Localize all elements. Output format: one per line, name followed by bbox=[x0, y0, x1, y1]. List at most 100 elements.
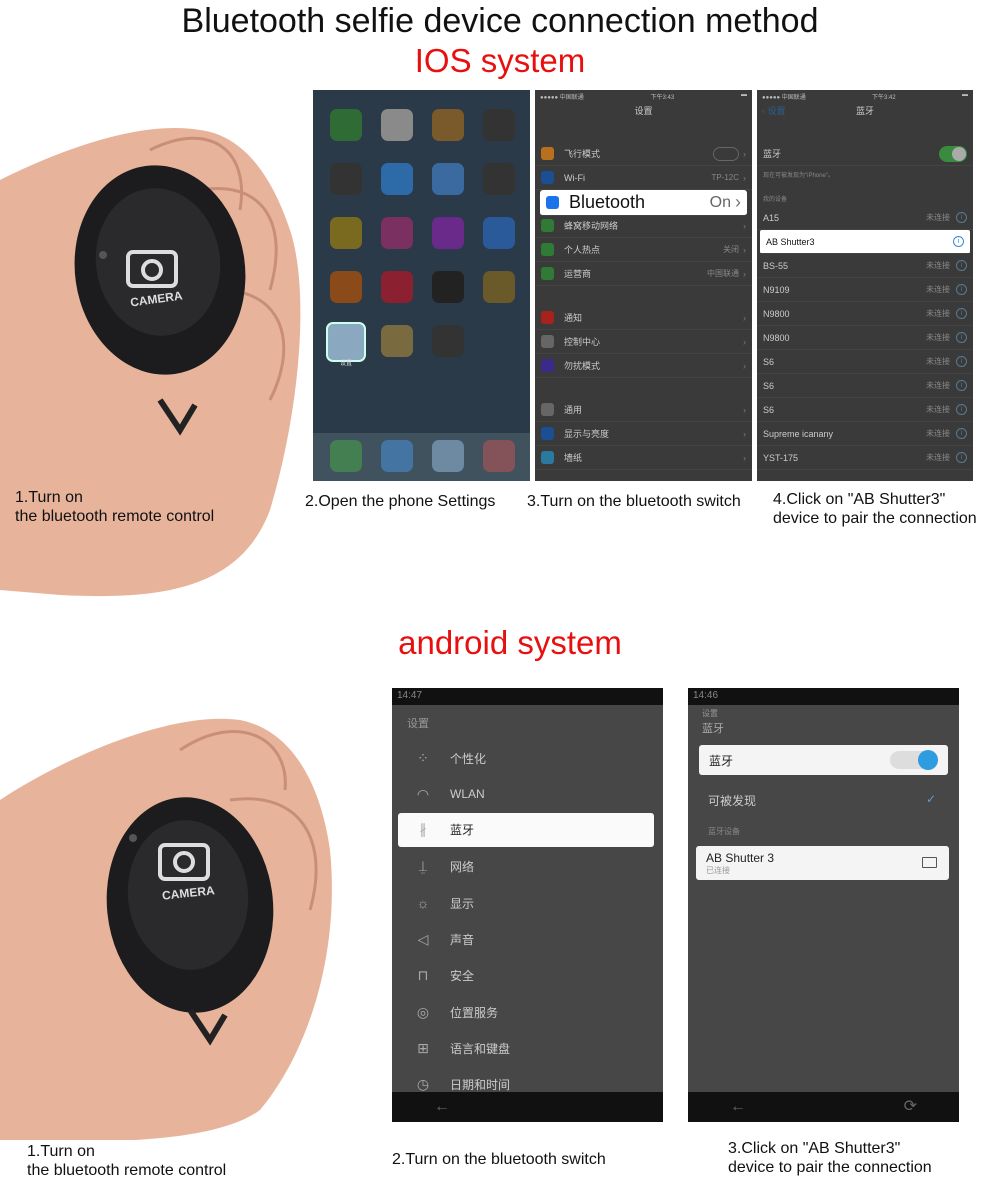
ios-step-2: 2.Open the phone Settings bbox=[305, 493, 496, 510]
settings-item[interactable]: 显示与亮度 › bbox=[535, 422, 752, 446]
setting-label: Wi-Fi bbox=[564, 172, 585, 183]
settings-item[interactable]: 墙纸 › bbox=[535, 446, 752, 470]
device-status: 未连接 bbox=[926, 285, 950, 294]
setting-label: 日期和时间 bbox=[450, 1078, 511, 1093]
device-row[interactable]: N9109 未连接 i bbox=[757, 278, 973, 302]
setting-icon: ◎ bbox=[416, 1003, 430, 1020]
app-icon[interactable] bbox=[330, 217, 362, 249]
status-bar: 14:47 bbox=[392, 688, 663, 705]
info-icon[interactable]: i bbox=[956, 428, 967, 439]
dock bbox=[313, 433, 530, 481]
settings-item[interactable]: ◎ 位置服务 bbox=[392, 994, 663, 1030]
app-icon[interactable] bbox=[483, 109, 515, 141]
setting-icon: ∦ bbox=[419, 821, 427, 838]
settings-item[interactable]: 飞行模式 › bbox=[535, 142, 752, 166]
app-icon[interactable] bbox=[381, 163, 413, 195]
app-icon[interactable] bbox=[330, 271, 362, 303]
setting-label: 勿扰模式 bbox=[564, 361, 601, 371]
chevron-right-icon: › bbox=[743, 148, 746, 159]
back-button[interactable]: ← bbox=[392, 1092, 663, 1122]
device-row[interactable]: N9800 未连接 i bbox=[757, 326, 973, 350]
device-name: A15 bbox=[763, 212, 780, 223]
settings-item[interactable]: ◁ 声音 bbox=[392, 922, 663, 958]
settings-item[interactable]: 通用 › bbox=[535, 398, 752, 422]
status-bar: ●●●●● 中国联通 下午3:43 ▬ bbox=[540, 92, 747, 101]
setting-icon: ◠ bbox=[416, 785, 430, 802]
device-row[interactable]: A15 未连接 i bbox=[757, 206, 973, 230]
airplane-toggle[interactable] bbox=[713, 146, 739, 161]
device-row[interactable]: BS-55 未连接 i bbox=[757, 254, 973, 278]
settings-app-icon[interactable] bbox=[326, 322, 366, 362]
chevron-right-icon: › bbox=[743, 268, 746, 279]
info-icon[interactable]: i bbox=[956, 260, 967, 271]
settings-title: 设置 bbox=[634, 106, 653, 116]
setting-icon bbox=[541, 335, 554, 348]
settings-item[interactable]: 蜂窝移动网络 › bbox=[535, 214, 752, 238]
app-icon[interactable] bbox=[483, 217, 515, 249]
setting-label: 声音 bbox=[450, 933, 475, 947]
settings-item[interactable]: ⊞ 语言和键盘 bbox=[392, 1030, 663, 1066]
settings-title: 设置 bbox=[407, 718, 429, 730]
app-icon[interactable] bbox=[432, 325, 464, 357]
setting-label: 蓝牙 bbox=[450, 823, 475, 838]
chevron-right-icon: › bbox=[735, 192, 741, 212]
device-row[interactable]: S6 未连接 i bbox=[757, 374, 973, 398]
app-icon[interactable] bbox=[432, 109, 464, 141]
settings-item[interactable]: 通知 › bbox=[535, 306, 752, 330]
settings-item[interactable]: ☼ 显示 bbox=[392, 885, 663, 921]
time: 下午3:43 bbox=[650, 95, 675, 101]
device-row[interactable]: YST-175 未连接 i bbox=[757, 446, 973, 470]
discoverable-checkbox[interactable]: ✓ bbox=[926, 792, 938, 806]
time: 下午3:42 bbox=[872, 95, 896, 101]
time: 14:46 bbox=[693, 690, 719, 701]
app-icon[interactable] bbox=[483, 271, 515, 303]
app-icon[interactable] bbox=[381, 109, 413, 141]
device-row[interactable]: AB Shutter3 i bbox=[760, 230, 970, 254]
settings-item[interactable]: Wi-Fi TP-12C › bbox=[535, 166, 752, 190]
settings-item[interactable]: ⁘ 个性化 bbox=[392, 740, 663, 776]
info-icon[interactable]: i bbox=[956, 452, 967, 463]
app-icon[interactable] bbox=[330, 163, 362, 195]
info-icon[interactable]: i bbox=[956, 356, 967, 367]
ios-settings-screen: ●●●●● 中国联通 下午3:43 ▬ 设置 飞行模式 › Wi-Fi TP-12C › Bl… bbox=[535, 90, 752, 481]
time: 14:47 bbox=[397, 690, 423, 701]
info-icon[interactable]: i bbox=[956, 212, 967, 223]
bluetooth-toggle[interactable] bbox=[890, 750, 938, 770]
app-icon[interactable] bbox=[381, 271, 413, 303]
settings-item[interactable]: Bluetooth On › bbox=[540, 190, 747, 216]
settings-item[interactable]: ⍊ 网络 bbox=[392, 849, 663, 885]
settings-item[interactable]: 运营商 中国联通 › bbox=[535, 262, 752, 286]
info-icon[interactable]: i bbox=[956, 308, 967, 319]
settings-item[interactable]: ∦ 蓝牙 bbox=[398, 812, 654, 847]
device-row[interactable]: N9800 未连接 i bbox=[757, 302, 973, 326]
setting-icon: ⊓ bbox=[417, 967, 429, 984]
info-icon[interactable]: i bbox=[956, 404, 967, 415]
info-icon[interactable]: i bbox=[956, 284, 967, 295]
app-icon[interactable] bbox=[432, 217, 464, 249]
chevron-right-icon: › bbox=[743, 312, 746, 323]
settings-item[interactable]: 控制中心 › bbox=[535, 330, 752, 354]
bluetooth-toggle[interactable] bbox=[939, 145, 967, 162]
discoverable-note: 现在可被发现为"iPhone"。 bbox=[763, 173, 834, 179]
device-row[interactable]: Supreme icanany 未连接 i bbox=[757, 422, 973, 446]
app-icon[interactable] bbox=[483, 163, 515, 195]
app-icon[interactable] bbox=[432, 271, 464, 303]
back-button[interactable]: ← bbox=[730, 1092, 746, 1122]
device-row[interactable]: S6 未连接 i bbox=[757, 398, 973, 422]
app-icon[interactable] bbox=[381, 217, 413, 249]
settings-item[interactable]: ◠ WLAN bbox=[392, 776, 663, 812]
app-icon[interactable] bbox=[381, 325, 413, 357]
device-ab-shutter-3[interactable]: AB Shutter 3 已连接 bbox=[696, 846, 949, 880]
info-icon[interactable]: i bbox=[953, 236, 964, 247]
info-icon[interactable]: i bbox=[956, 380, 967, 391]
settings-item[interactable]: 个人热点 关闭 › bbox=[535, 238, 752, 262]
device-row[interactable]: S6 未连接 i bbox=[757, 350, 973, 374]
settings-item[interactable]: ⊓ 安全 bbox=[392, 958, 663, 994]
setting-label: 通知 bbox=[564, 313, 583, 323]
app-icon[interactable] bbox=[432, 163, 464, 195]
refresh-icon[interactable]: ⟳ bbox=[904, 1092, 917, 1122]
settings-item[interactable]: 勿扰模式 › bbox=[535, 354, 752, 378]
app-icon[interactable] bbox=[330, 109, 362, 141]
info-icon[interactable]: i bbox=[956, 332, 967, 343]
device-status: 已连接 bbox=[706, 866, 730, 875]
